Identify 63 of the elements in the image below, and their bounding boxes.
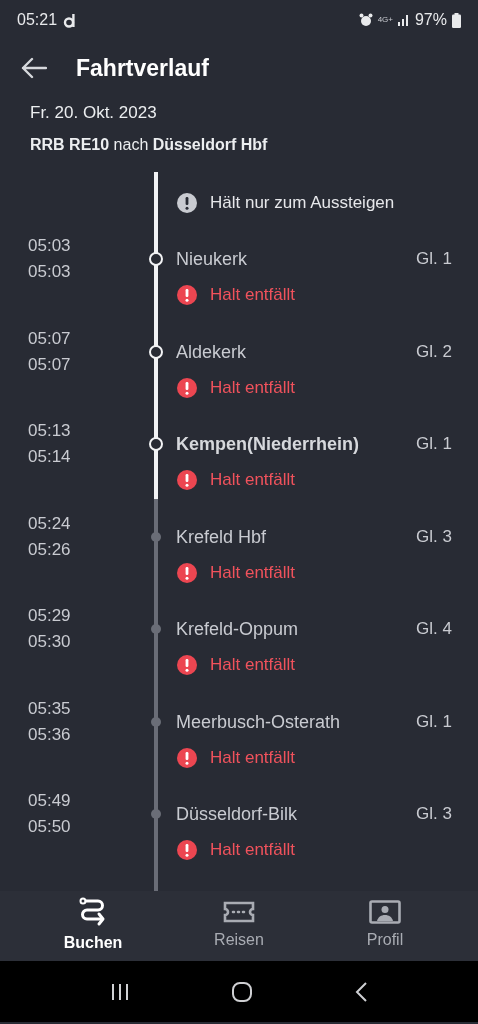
station-name: Nieukerk [176, 248, 248, 271]
nav-tab[interactable]: Profil [325, 894, 445, 958]
cancellation-notice: Halt entfällt [210, 746, 296, 769]
signal-icon [397, 14, 410, 26]
nav-tab[interactable]: Buchen [33, 894, 153, 958]
arrival-time: 05:49 [28, 790, 72, 812]
arrival-time: 05:07 [28, 327, 72, 350]
ticket-icon [223, 900, 255, 924]
back-icon[interactable] [353, 980, 368, 1003]
arrival-time: 05:13 [28, 420, 72, 442]
cancellation-notice: Halt entfällt [210, 561, 296, 584]
departure-time: 05:03 [28, 261, 72, 283]
train-description: RRB RE10 nach Düsseldorf Hbf [30, 135, 269, 155]
station-name: Aldekerk [176, 340, 247, 364]
platform-label: Gl. 1 [416, 248, 452, 270]
cancellation-notice: Halt entfällt [210, 469, 296, 492]
info-notice: Hält nur zum Aussteigen [210, 192, 395, 215]
home-icon[interactable] [231, 980, 253, 1003]
warning-icon [176, 469, 198, 491]
cancellation-notice: Halt entfällt [210, 376, 296, 399]
arrival-time: 05:24 [28, 512, 72, 535]
warning-icon [176, 654, 198, 676]
arrival-time: 05:03 [28, 235, 72, 257]
page-title: Fahrtverlauf [76, 53, 209, 83]
warning-icon [176, 839, 198, 861]
departure-time: 05:07 [28, 353, 72, 376]
station-name: Kempen(Niederrhein) [176, 433, 360, 456]
platform-label: Gl. 3 [416, 803, 452, 825]
warning-icon [176, 284, 198, 306]
departure-time: 05:30 [28, 631, 72, 653]
nav-tab[interactable]: Reisen [179, 894, 299, 958]
platform-label: Gl. 4 [416, 618, 452, 640]
platform-label: Gl. 1 [416, 710, 452, 733]
back-arrow-icon [21, 57, 47, 79]
departure-time: 05:50 [28, 816, 72, 838]
warning-icon [176, 561, 198, 584]
battery-percent: 97% [414, 10, 447, 30]
alarm-icon [358, 13, 373, 27]
profile-card-icon [369, 900, 401, 924]
platform-label: Gl. 1 [416, 433, 452, 455]
departure-time: 05:14 [28, 446, 72, 468]
arrival-time: 05:29 [28, 605, 72, 627]
recent-apps-icon[interactable] [110, 982, 131, 1001]
info-icon [176, 192, 198, 214]
platform-label: Gl. 3 [416, 525, 452, 548]
clock-time: 05:21 [17, 10, 58, 30]
cancellation-notice: Halt entfällt [210, 654, 296, 677]
departure-time: 05:36 [28, 723, 72, 746]
cancellation-notice: Halt entfällt [210, 839, 296, 862]
network-type: 4G+ [377, 16, 393, 24]
trip-date: Fr. 20. Okt. 2023 [30, 102, 158, 124]
cancellation-notice: Halt entfällt [210, 284, 296, 307]
warning-icon [176, 376, 198, 399]
station-name: Krefeld Hbf [176, 525, 267, 549]
platform-label: Gl. 2 [416, 340, 452, 363]
warning-icon [176, 746, 198, 769]
station-name: Düsseldorf-Bilk [176, 803, 298, 826]
station-name: Meerbusch-Osterath [176, 710, 341, 734]
arrival-time: 05:35 [28, 697, 72, 720]
departure-time: 05:26 [28, 538, 72, 561]
station-name: Krefeld-Oppum [176, 618, 299, 641]
app-notification-icon [63, 12, 77, 28]
battery-icon [452, 12, 461, 28]
